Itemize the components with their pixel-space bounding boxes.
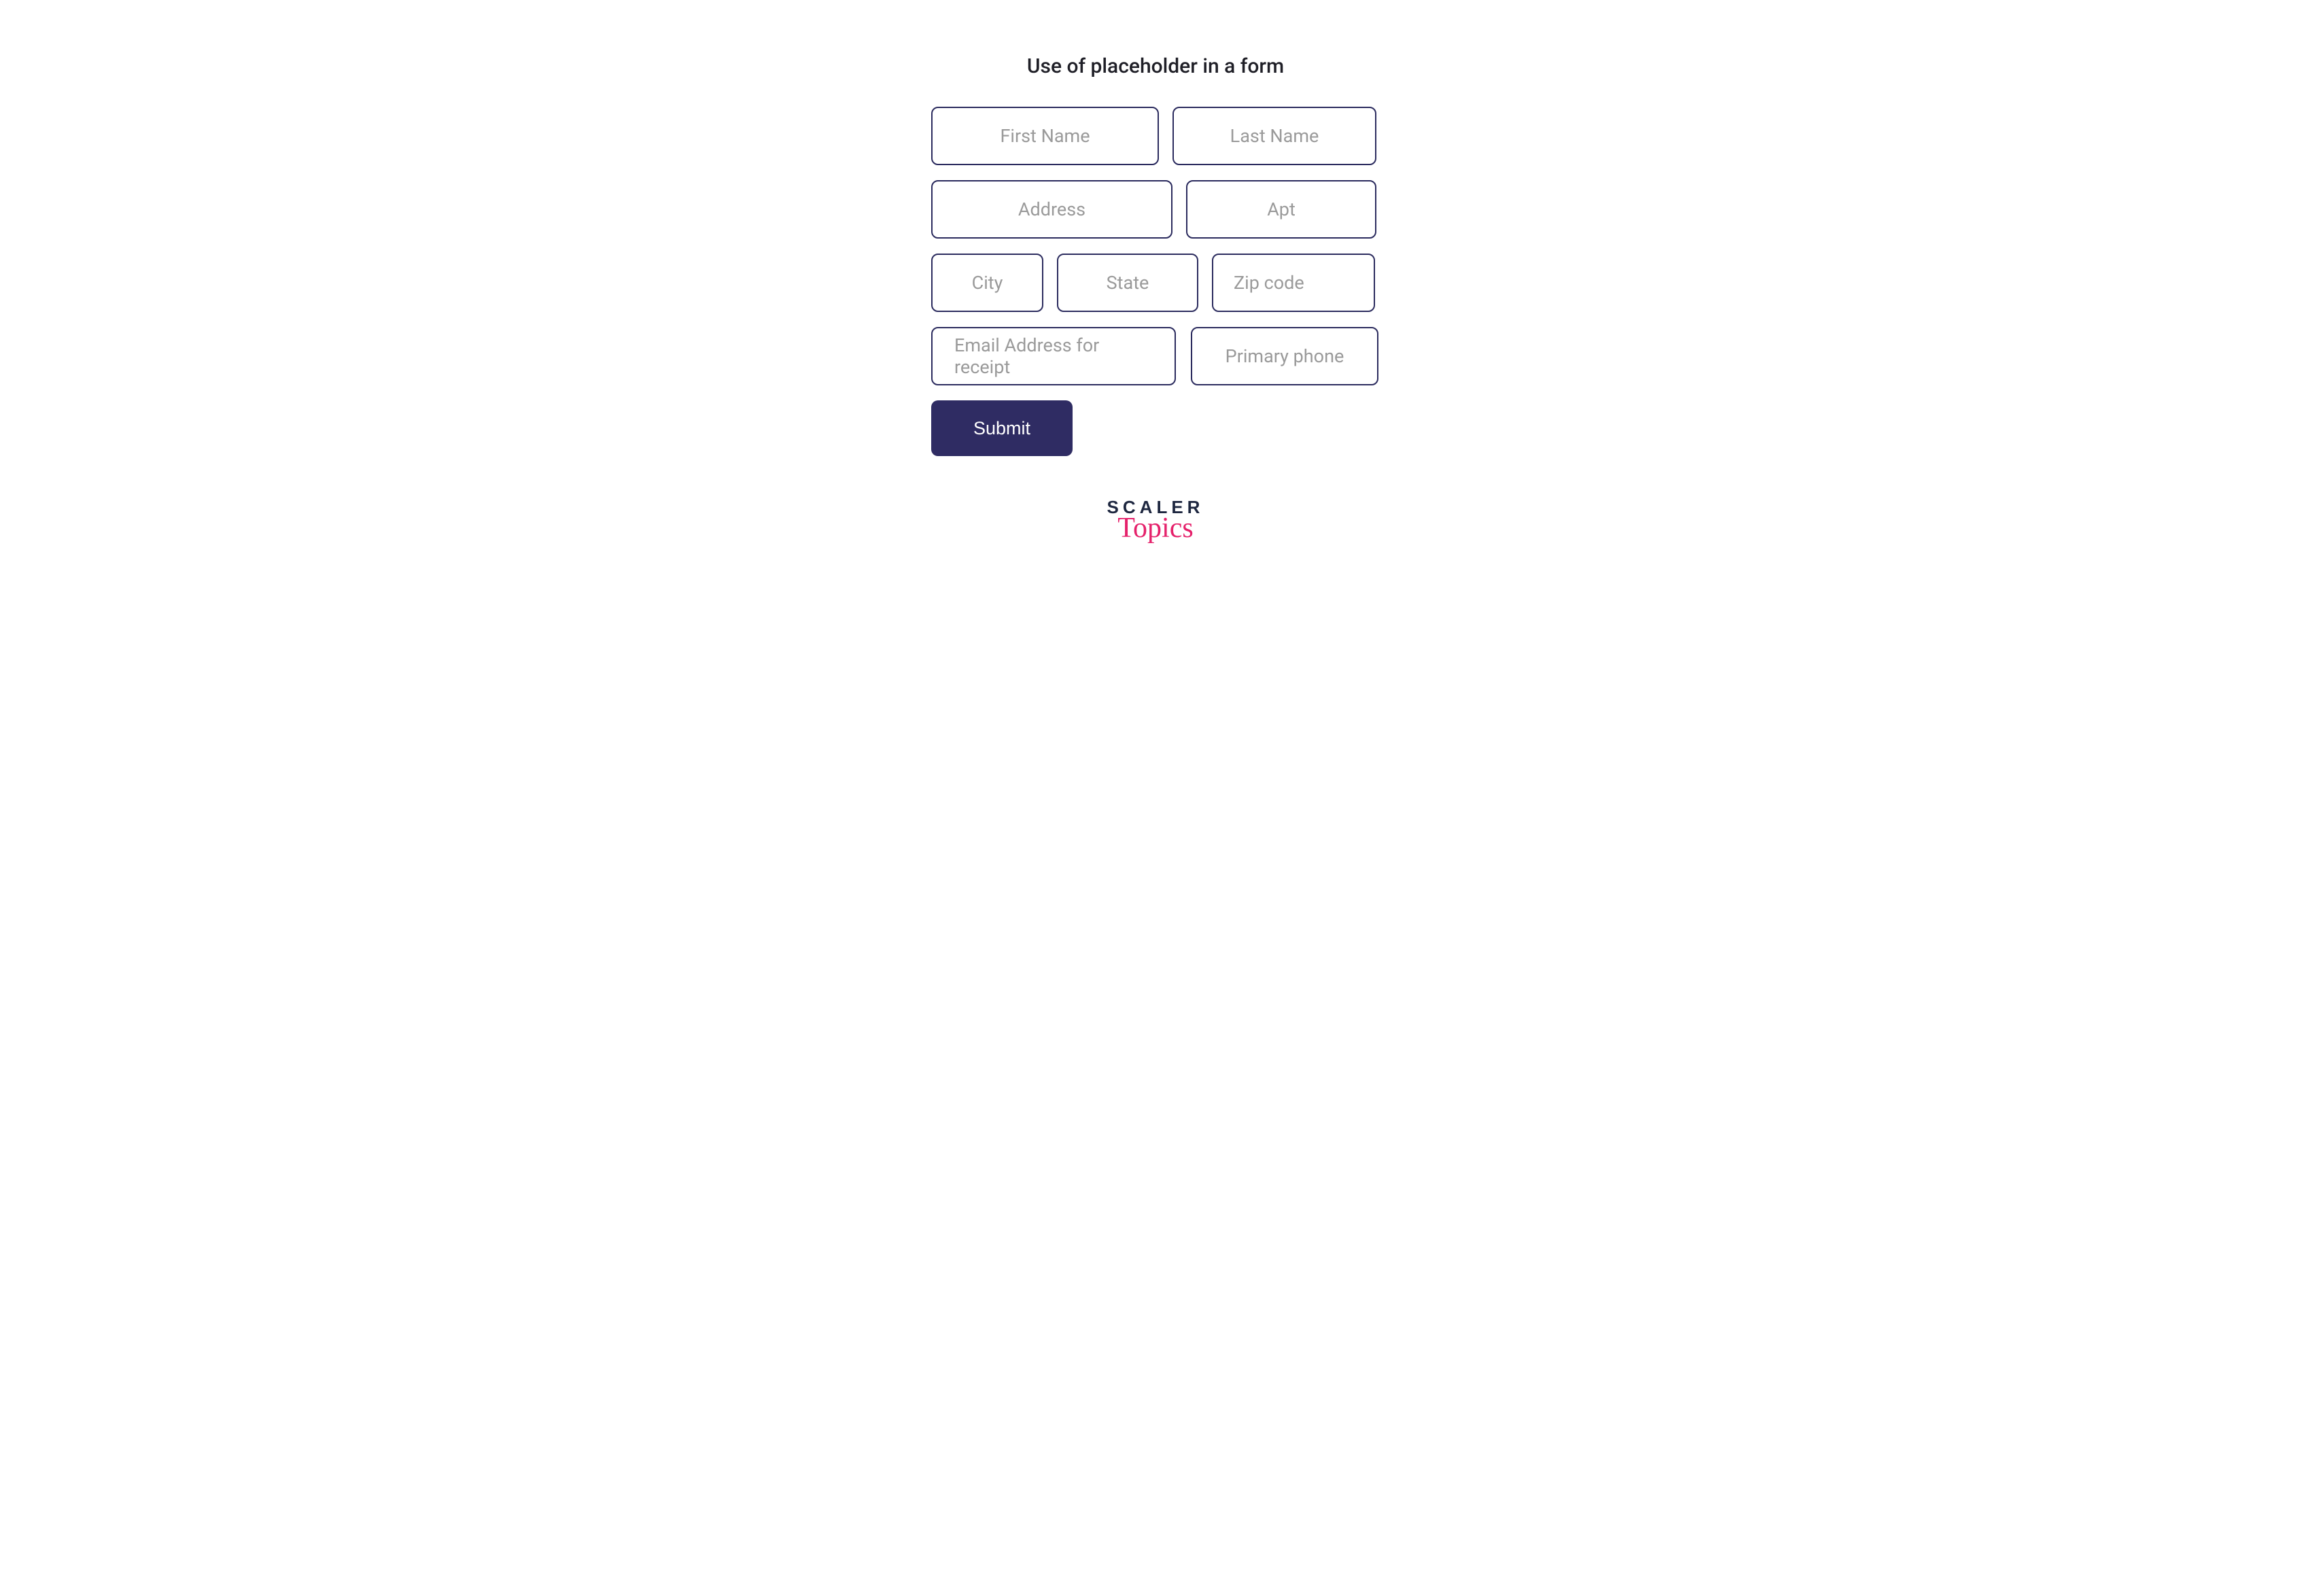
zip-field[interactable]: Zip code	[1212, 254, 1375, 312]
state-field[interactable]: State	[1057, 254, 1198, 312]
phone-field[interactable]: Primary phone	[1191, 327, 1378, 385]
submit-button[interactable]: Submit	[931, 400, 1073, 456]
scaler-topics-logo: SCALER Topics	[1107, 498, 1204, 540]
city-field[interactable]: City	[931, 254, 1043, 312]
last-name-field[interactable]: Last Name	[1172, 107, 1376, 165]
address-field[interactable]: Address	[931, 180, 1172, 239]
apt-field[interactable]: Apt	[1186, 180, 1376, 239]
first-name-field[interactable]: First Name	[931, 107, 1159, 165]
placeholder-form: First Name Last Name Address Apt City St…	[931, 107, 1380, 456]
form-title: Use of placeholder in a form	[1027, 54, 1284, 78]
logo-text-topics: Topics	[1117, 517, 1193, 540]
email-field[interactable]: Email Address for receipt	[931, 327, 1176, 385]
